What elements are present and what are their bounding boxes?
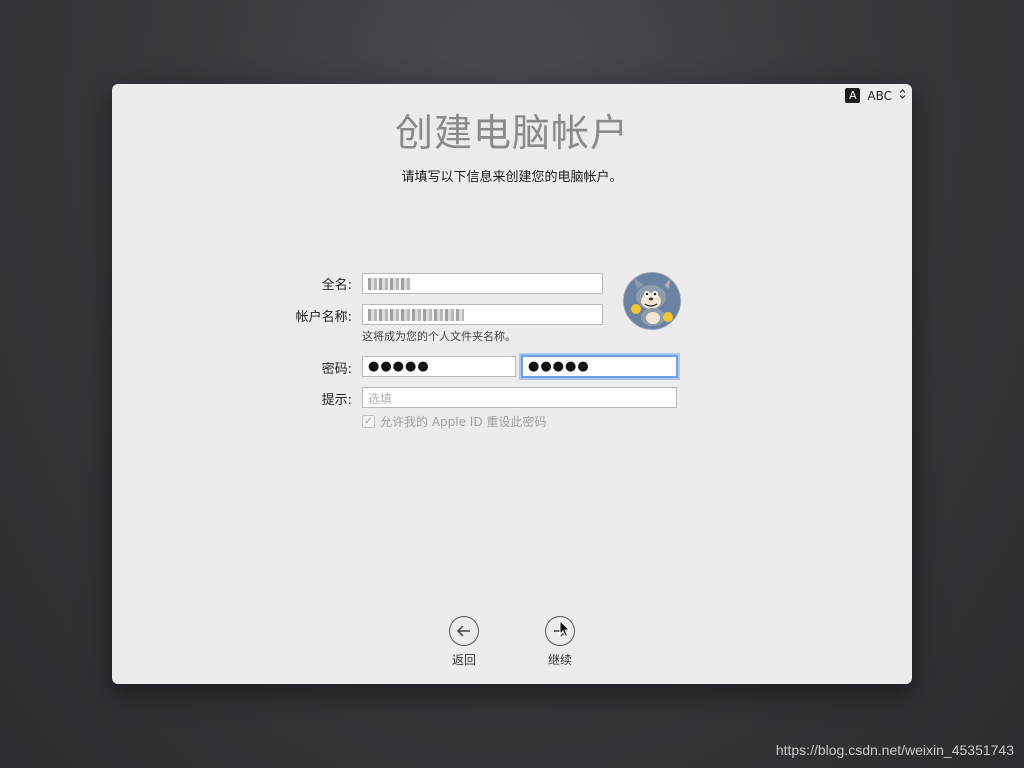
page-subtitle: 请填写以下信息来创建您的电脑帐户。 [401,170,623,185]
account-name-field[interactable] [362,304,603,325]
user-avatar[interactable] [623,272,681,330]
redacted-text [368,308,464,321]
arrow-left-icon [449,616,479,646]
account-name-help: 这将成为您的个人文件夹名称。 [362,330,516,343]
watermark-text: https://blog.csdn.net/weixin_45351743 [775,742,1014,758]
back-button[interactable]: 返回 [434,616,494,668]
redacted-text [368,277,410,290]
setup-window: A ABC 创建电脑帐户 请填写以下信息来创建您的电脑帐户。 全名: 帐户名称:… [112,84,912,684]
apple-id-reset-option[interactable]: ✓ 允许我的 Apple ID 重设此密码 [362,413,546,430]
mouse-cursor-icon [559,619,571,642]
apple-id-reset-checkbox[interactable]: ✓ [362,415,375,428]
hint-field[interactable]: 选填 [362,387,677,408]
password-field[interactable]: ●●●●● [362,356,516,377]
account-name-label: 帐户名称: [295,310,352,325]
full-name-label: 全名: [321,278,352,293]
page-title: 创建电脑帐户 [394,111,629,155]
hint-label: 提示: [321,393,352,408]
full-name-field[interactable] [362,273,603,294]
input-source-menu[interactable]: A ABC [845,88,906,103]
input-source-badge: A [845,88,861,103]
cat-avatar-icon [624,273,680,329]
apple-id-reset-label: 允许我的 Apple ID 重设此密码 [380,415,547,429]
back-label: 返回 [451,653,476,667]
verify-password-field[interactable]: ●●●●● [521,355,678,378]
continue-label: 继续 [547,653,572,667]
password-label: 密码: [321,362,352,377]
chevron-updown-icon [899,88,906,103]
input-source-label: ABC [867,88,892,103]
